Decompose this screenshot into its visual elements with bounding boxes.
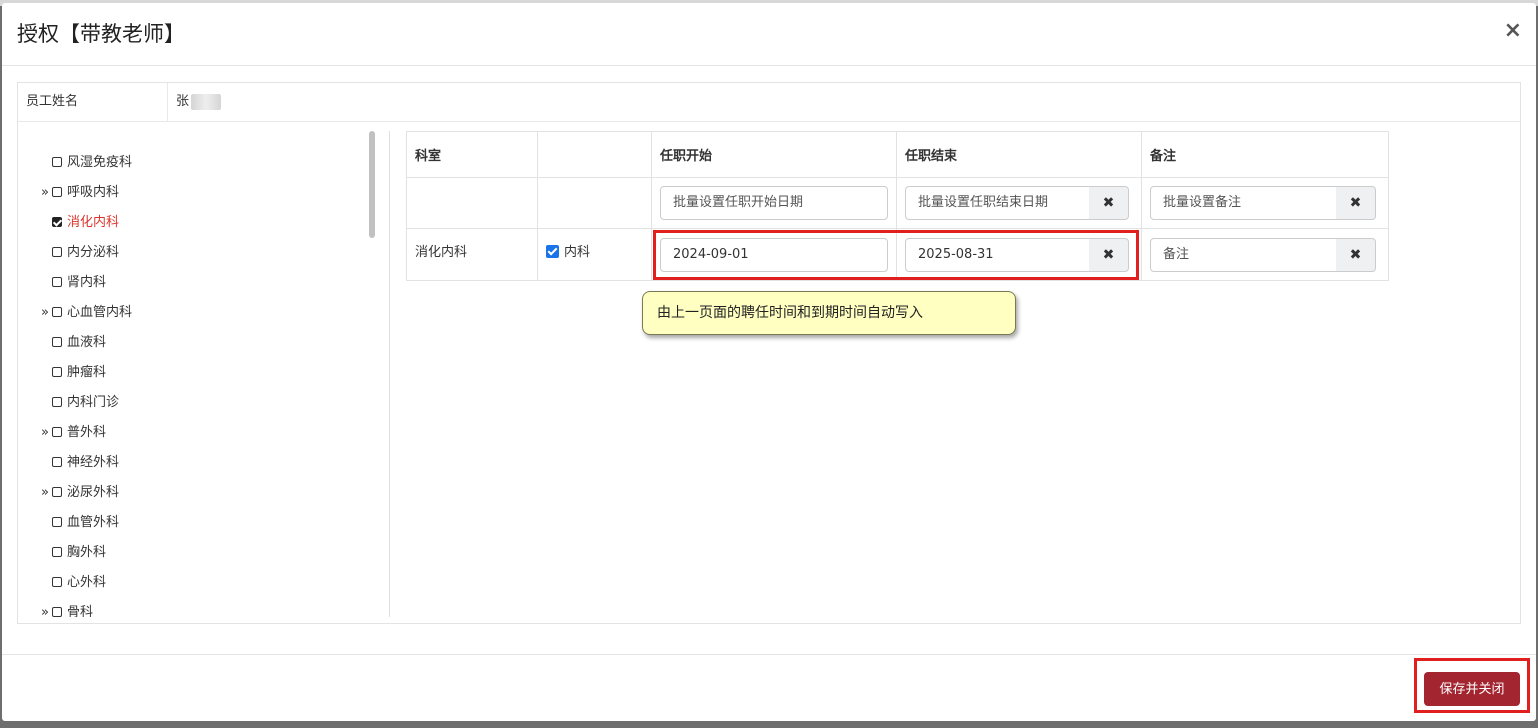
tree-item-checkbox[interactable]: [52, 397, 62, 407]
tree-item[interactable]: » 普外科: [38, 423, 106, 443]
tree-item-label: 内科门诊: [67, 395, 120, 410]
tree-item[interactable]: » 呼吸内科: [38, 183, 119, 203]
table-header-row: 科室 任职开始 任职结束 备注: [406, 131, 1389, 178]
row-parent-cell: 内科: [537, 228, 652, 281]
row-department: 消化内科: [406, 228, 538, 281]
date-highlight-box: [653, 230, 1139, 280]
tree-item-label: 血液科: [67, 335, 107, 350]
batch-start-input[interactable]: 批量设置任职开始日期: [660, 186, 888, 220]
tree-item-checkbox[interactable]: [52, 157, 62, 167]
tree-item[interactable]: » 泌尿外科: [38, 483, 119, 503]
chevron-right-icon[interactable]: »: [38, 603, 52, 617]
tree-item[interactable]: 内分泌科: [38, 243, 119, 263]
tree-item-checkbox[interactable]: [52, 307, 62, 317]
tree-item-checkbox[interactable]: [52, 277, 62, 287]
tree-item-label: 消化内科: [67, 215, 120, 230]
tree-item-checkbox[interactable]: [52, 217, 62, 227]
tree-item-label: 内分泌科: [67, 245, 120, 260]
authorize-modal: 授权【带教老师】 × 员工姓名 张 风湿免疫科» 呼吸内科 消化内科 内分泌科 肾内科»…: [2, 3, 1536, 721]
tree-item[interactable]: 肿瘤科: [38, 363, 106, 383]
tree-item-checkbox[interactable]: [52, 457, 62, 467]
batch-remark-input[interactable]: 批量设置备注: [1150, 186, 1340, 220]
employee-name-label: 员工姓名: [18, 83, 168, 121]
tree-item[interactable]: 神经外科: [38, 453, 119, 473]
tree-item-checkbox[interactable]: [52, 577, 62, 587]
header-remark: 备注: [1141, 131, 1389, 178]
row-remark-input[interactable]: 备注: [1150, 237, 1340, 272]
tree-item-label: 骨科: [67, 605, 94, 617]
parent-checkbox[interactable]: [546, 245, 559, 258]
employee-name-text: 张: [176, 94, 190, 109]
save-highlight-box: [1414, 658, 1530, 713]
tree-item-label: 肾内科: [67, 275, 107, 290]
modal-body: 员工姓名 张 风湿免疫科» 呼吸内科 消化内科 内分泌科 肾内科» 心血管内科 血液科 肿瘤科…: [17, 82, 1521, 624]
tree-item[interactable]: 血液科: [38, 333, 106, 353]
tree-item-label: 泌尿外科: [67, 485, 120, 500]
tree-item[interactable]: 风湿免疫科: [38, 153, 132, 173]
batch-remark-clear-icon[interactable]: ✖: [1336, 186, 1376, 220]
tree-item[interactable]: » 心血管内科: [38, 303, 132, 323]
header-parent: [537, 131, 652, 178]
batch-end-input[interactable]: 批量设置任职结束日期: [905, 186, 1093, 220]
name-redaction: [191, 93, 222, 110]
employee-name-value: 张: [176, 83, 222, 121]
chevron-right-icon[interactable]: »: [38, 183, 52, 203]
modal-footer: 保存并关闭: [2, 654, 1536, 721]
tree-item-label: 呼吸内科: [67, 185, 120, 200]
tree-item-checkbox[interactable]: [52, 427, 62, 437]
tree-item-label: 心血管内科: [67, 305, 133, 320]
modal-header: 授权【带教老师】 ×: [2, 3, 1536, 66]
tree-item-label: 肿瘤科: [67, 365, 107, 380]
batch-end-cell: 批量设置任职结束日期 ✖: [896, 177, 1142, 229]
row-remark-cell: 备注 ✖: [1141, 228, 1389, 281]
header-start: 任职开始: [651, 131, 897, 178]
tree-item-label: 血管外科: [67, 515, 120, 530]
header-end: 任职结束: [896, 131, 1142, 178]
batch-row: 批量设置任职开始日期 批量设置任职结束日期 ✖ 批量设置备注 ✖: [406, 177, 1389, 229]
tree-item-checkbox[interactable]: [52, 187, 62, 197]
tree-item-label: 胸外科: [67, 545, 107, 560]
tree-item[interactable]: 血管外科: [38, 513, 119, 533]
header-department: 科室: [406, 131, 538, 178]
chevron-right-icon[interactable]: »: [38, 303, 52, 323]
tree-item-checkbox[interactable]: [52, 367, 62, 377]
chevron-right-icon[interactable]: »: [38, 423, 52, 443]
batch-empty-1: [406, 177, 538, 229]
modal-title: 授权【带教老师】: [17, 22, 185, 46]
close-icon[interactable]: ×: [1504, 19, 1522, 43]
tree-item-label: 风湿免疫科: [67, 155, 133, 170]
employee-name-row: 员工姓名 张: [18, 83, 1520, 122]
batch-remark-cell: 批量设置备注 ✖: [1141, 177, 1389, 229]
department-tree: 风湿免疫科 » 呼吸内科消化内科内分泌科肾内科 » 心血管内科血液科肿瘤科内科门诊 » 普外…: [18, 131, 390, 617]
tree-item-label: 心外科: [67, 575, 107, 590]
row-parent-label: 内科: [564, 245, 591, 260]
tree-item-checkbox[interactable]: [52, 547, 62, 557]
row-remark-clear-icon[interactable]: ✖: [1336, 237, 1376, 272]
tree-item-checkbox[interactable]: [52, 247, 62, 257]
tree-item[interactable]: 胸外科: [38, 543, 106, 563]
tree-item-checkbox[interactable]: [52, 337, 62, 347]
tree-scrollbar[interactable]: [369, 131, 375, 238]
tree-item-checkbox[interactable]: [52, 607, 62, 617]
tree-item-label: 神经外科: [67, 455, 120, 470]
batch-start-cell: 批量设置任职开始日期: [651, 177, 897, 229]
tree-item[interactable]: » 骨科: [38, 603, 93, 617]
batch-empty-2: [537, 177, 652, 229]
annotation-tooltip: 由上一页面的聘任时间和到期时间自动写入: [642, 291, 1016, 335]
tree-item[interactable]: 消化内科: [38, 213, 119, 233]
batch-end-clear-icon[interactable]: ✖: [1089, 186, 1129, 220]
tree-item-label: 普外科: [67, 425, 107, 440]
tree-item[interactable]: 肾内科: [38, 273, 106, 293]
tree-item-checkbox[interactable]: [52, 487, 62, 497]
tree-item[interactable]: 内科门诊: [38, 393, 119, 413]
chevron-right-icon[interactable]: »: [38, 483, 52, 503]
tree-item[interactable]: 心外科: [38, 573, 106, 593]
tree-item-checkbox[interactable]: [52, 517, 62, 527]
